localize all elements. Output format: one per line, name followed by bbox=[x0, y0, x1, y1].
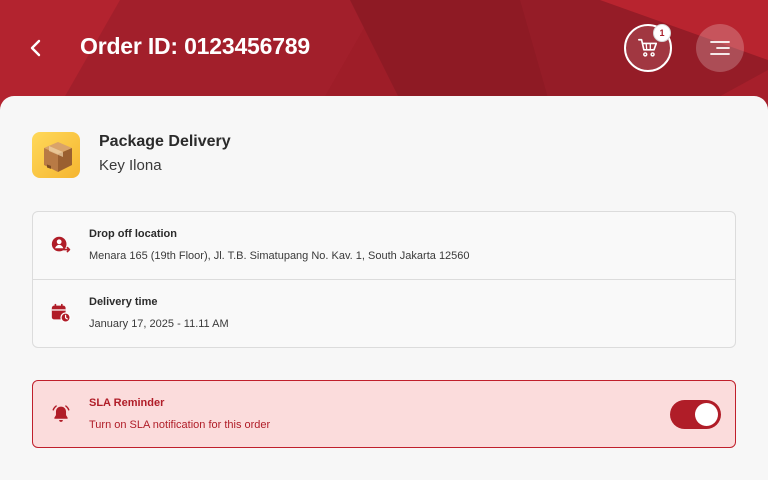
sla-reminder-subtitle: Turn on SLA notification for this order bbox=[89, 419, 271, 431]
delivery-time-row: Delivery time January 17, 2025 - 11.11 A… bbox=[33, 280, 735, 348]
chevron-left-icon bbox=[30, 39, 41, 57]
calendar-clock-icon bbox=[51, 303, 71, 323]
toggle-knob bbox=[695, 403, 718, 426]
sla-reminder-label: SLA Reminder bbox=[89, 397, 165, 409]
sla-reminder-toggle[interactable] bbox=[670, 400, 721, 429]
menu-icon bbox=[710, 41, 730, 55]
order-detail-sheet: Package Delivery Key Ilona Drop off loca… bbox=[0, 96, 768, 480]
page-title: Order ID: 0123456789 bbox=[80, 33, 310, 59]
back-button[interactable] bbox=[22, 34, 50, 62]
drop-off-row: Drop off location Menara 165 (19th Floor… bbox=[33, 212, 735, 280]
app-header: Order ID: 0123456789 1 bbox=[0, 0, 768, 96]
cart-icon bbox=[638, 38, 658, 57]
menu-button[interactable] bbox=[696, 24, 744, 72]
cart-count-badge: 1 bbox=[653, 24, 671, 42]
drop-off-label: Drop off location bbox=[89, 228, 177, 240]
sla-reminder-card: SLA Reminder Turn on SLA notification fo… bbox=[32, 380, 736, 448]
package-box-icon bbox=[32, 132, 80, 178]
cart-button[interactable]: 1 bbox=[624, 24, 672, 72]
delivery-time-value: January 17, 2025 - 11.11 AM bbox=[89, 318, 229, 330]
delivery-info-card: Drop off location Menara 165 (19th Floor… bbox=[32, 211, 736, 348]
bell-icon bbox=[52, 405, 70, 422]
package-title: Package Delivery bbox=[99, 133, 231, 150]
drop-off-value: Menara 165 (19th Floor), Jl. T.B. Simatu… bbox=[89, 250, 470, 262]
delivery-time-label: Delivery time bbox=[89, 296, 158, 308]
location-person-icon bbox=[51, 236, 71, 253]
recipient-name: Key Ilona bbox=[99, 157, 162, 174]
